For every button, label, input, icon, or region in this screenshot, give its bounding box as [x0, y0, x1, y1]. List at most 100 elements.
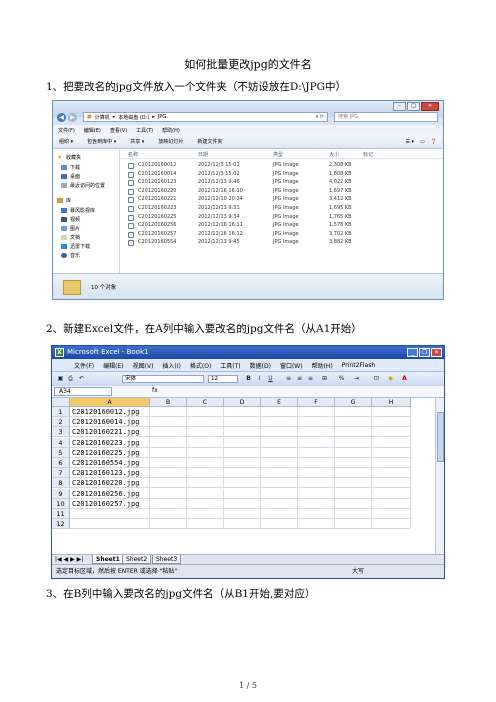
cell[interactable] — [298, 447, 335, 458]
file-row[interactable]: C20120160220 2012/12/16 16:10 JPG Image 1,6… — [120, 188, 443, 196]
row-header[interactable]: 7 — [52, 468, 70, 479]
cell[interactable] — [298, 509, 335, 519]
menu-insert[interactable]: 插入(I) — [162, 361, 180, 370]
cell[interactable]: C20120160223.jpg — [70, 437, 150, 448]
cell[interactable] — [372, 417, 411, 428]
menu-edit[interactable]: 编辑(E) — [84, 127, 101, 134]
cell[interactable] — [150, 407, 187, 417]
share-button[interactable]: 共享 ▾ — [130, 138, 144, 145]
cell[interactable] — [335, 417, 372, 428]
merge-center-icon[interactable]: ⊞ — [320, 375, 329, 383]
minimize-button[interactable]: _ — [407, 348, 418, 357]
row-header[interactable]: 5 — [52, 447, 70, 458]
scroll-thumb[interactable] — [437, 412, 444, 462]
cell[interactable] — [150, 447, 187, 458]
cell[interactable] — [150, 498, 187, 509]
cell[interactable] — [372, 437, 411, 448]
indent-icon[interactable]: ⇥ — [352, 375, 361, 383]
sidebar-libraries[interactable]: 库 — [57, 197, 71, 204]
cell[interactable] — [187, 447, 224, 458]
cell[interactable] — [261, 488, 298, 499]
file-row[interactable]: C20120160225 2012/12/13 9:34 JPG Image 1,76… — [120, 214, 443, 222]
cell[interactable] — [224, 458, 261, 468]
column-header-a[interactable]: A — [70, 398, 150, 407]
new-folder-button[interactable]: 新建文件夹 — [197, 138, 222, 145]
menu-tools[interactable]: 工具(T) — [220, 361, 240, 370]
cell[interactable] — [187, 498, 224, 509]
restore-button[interactable]: ❐ — [419, 348, 430, 357]
sidebar-item-desktop[interactable]: 桌面 — [61, 173, 80, 180]
italic-button[interactable]: I — [255, 375, 264, 383]
align-right-icon[interactable]: ≡ — [306, 375, 315, 383]
cell[interactable] — [298, 458, 335, 468]
cell[interactable] — [150, 478, 187, 489]
name-box[interactable]: A34 — [54, 387, 112, 396]
cell[interactable] — [372, 468, 411, 479]
cell[interactable] — [298, 407, 335, 417]
column-header-b[interactable]: B — [150, 398, 187, 407]
row-header[interactable]: 3 — [52, 427, 70, 438]
cell[interactable] — [187, 519, 224, 530]
cell[interactable]: C20120160012.jpg — [70, 407, 150, 417]
file-row[interactable]: C20120160257 2012/12/16 16:12 JPG Image 3,7… — [120, 231, 443, 239]
cell[interactable] — [187, 417, 224, 428]
cell[interactable] — [261, 417, 298, 428]
row-header[interactable]: 2 — [52, 417, 70, 428]
cell[interactable] — [261, 509, 298, 519]
row-header[interactable]: 1 — [52, 407, 70, 417]
close-button[interactable]: ✕ — [431, 348, 442, 357]
row-header[interactable]: 6 — [52, 458, 70, 468]
cell[interactable] — [298, 519, 335, 530]
cell[interactable]: C20120160225.jpg — [70, 447, 150, 458]
cell[interactable] — [298, 468, 335, 479]
file-row[interactable]: C20120160123 2012/12/13 9:46 JPG Image 4,02… — [120, 179, 443, 187]
menu-help[interactable]: 帮助(H) — [162, 127, 180, 134]
cell[interactable] — [335, 509, 372, 519]
organize-button[interactable]: 组织 ▾ — [59, 138, 73, 145]
tab-sheet1[interactable]: Sheet1 — [92, 555, 124, 564]
menu-format[interactable]: 格式(O) — [190, 361, 211, 370]
preview-pane-icon[interactable]: ▭ — [420, 139, 425, 145]
cell[interactable] — [372, 519, 411, 530]
slideshow-button[interactable]: 放映幻灯片 — [158, 138, 183, 145]
cell[interactable] — [224, 447, 261, 458]
cell[interactable] — [372, 427, 411, 438]
cell[interactable] — [335, 498, 372, 509]
menu-window[interactable]: 窗口(W) — [280, 361, 303, 370]
cell[interactable]: C20120160257.jpg — [70, 498, 150, 509]
file-row[interactable]: C20120160014 2012/12/3 15:02 JPG Image 1,80… — [120, 171, 443, 179]
font-size-select[interactable]: 12 — [208, 375, 238, 383]
column-type[interactable]: 类型 — [273, 151, 283, 158]
cell[interactable] — [187, 407, 224, 417]
column-header-d[interactable]: D — [224, 398, 261, 407]
cell[interactable] — [224, 407, 261, 417]
cell[interactable]: C20120160014.jpg — [70, 417, 150, 428]
cell[interactable] — [298, 488, 335, 499]
cell[interactable] — [150, 427, 187, 438]
cell[interactable]: C20120160220.jpg — [70, 478, 150, 489]
cell[interactable]: C20120160123.jpg — [70, 468, 150, 479]
select-all-corner[interactable] — [52, 398, 70, 407]
cell[interactable] — [372, 478, 411, 489]
sidebar-item-storm-library[interactable]: 暴风影视库 — [61, 207, 95, 214]
column-size[interactable]: 大小 — [329, 151, 339, 158]
cell[interactable] — [150, 458, 187, 468]
breadcrumb-drive[interactable]: 本地磁盘 (D:) — [118, 114, 149, 121]
align-left-icon[interactable]: ≡ — [284, 375, 293, 383]
cell[interactable] — [224, 437, 261, 448]
cell[interactable] — [261, 458, 298, 468]
cell[interactable] — [372, 458, 411, 468]
menu-print2flash[interactable]: Print2Flash — [342, 362, 375, 369]
cell[interactable] — [187, 468, 224, 479]
sidebar-favorites[interactable]: ★ 收藏夹 — [57, 154, 81, 162]
cell[interactable] — [224, 488, 261, 499]
cell[interactable] — [187, 427, 224, 438]
percent-icon[interactable]: % — [337, 375, 346, 383]
sidebar-item-videos[interactable]: 视频 — [61, 216, 80, 223]
file-row[interactable]: C20120160554 2012/12/13 9:45 JPG Image 3,88… — [120, 239, 443, 247]
cell[interactable] — [335, 447, 372, 458]
breadcrumb-computer[interactable]: 计算机 — [95, 114, 110, 121]
file-row[interactable]: C20120160223 2012/12/13 9:31 JPG Image 1,69… — [120, 205, 443, 213]
cell[interactable] — [150, 519, 187, 530]
sidebar-item-downloads[interactable]: 下载 — [61, 164, 80, 171]
